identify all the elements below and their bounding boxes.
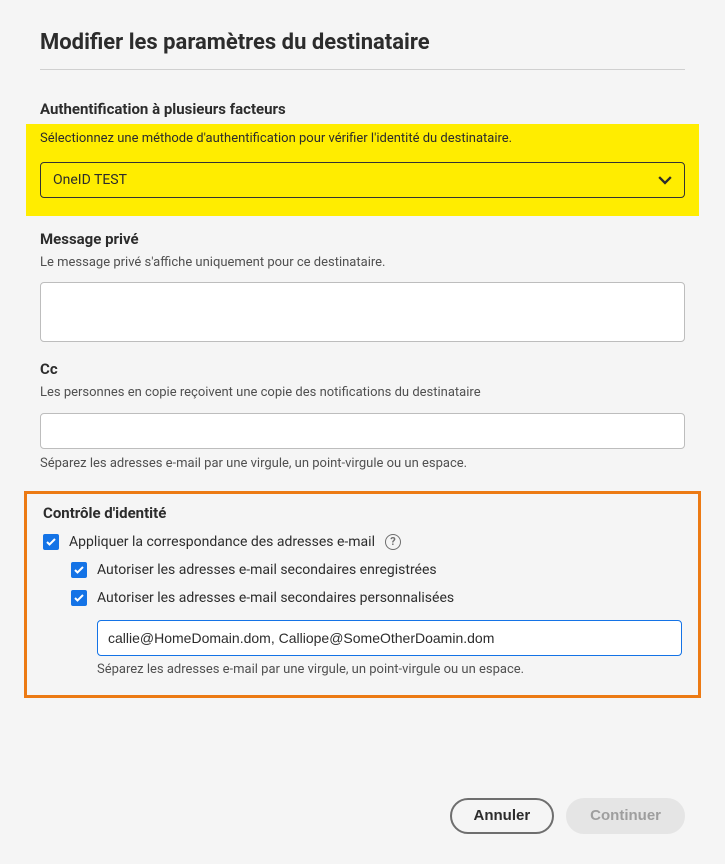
enforce-match-checkbox[interactable] bbox=[43, 534, 59, 550]
allow-registered-checkbox[interactable] bbox=[71, 562, 87, 578]
auth-dropdown-value: OneID TEST bbox=[53, 172, 127, 188]
cc-post-helper: Séparez les adresses e-mail par une virg… bbox=[40, 455, 685, 473]
private-message-input[interactable] bbox=[40, 282, 685, 342]
allow-registered-row: Autoriser les adresses e-mail secondaire… bbox=[71, 562, 682, 578]
cancel-button[interactable]: Annuler bbox=[450, 798, 555, 834]
auth-method-dropdown[interactable]: OneID TEST bbox=[40, 162, 685, 198]
page-title: Modifier les paramètres du destinataire bbox=[40, 30, 685, 55]
auth-label: Authentification à plusieurs facteurs bbox=[40, 100, 685, 118]
private-message-helper: Le message privé s'affiche uniquement po… bbox=[40, 254, 685, 272]
info-icon[interactable]: ? bbox=[385, 534, 401, 550]
checkmark-icon bbox=[46, 538, 56, 546]
identity-highlight-box: Contrôle d'identité Appliquer la corresp… bbox=[24, 491, 701, 698]
chevron-down-icon bbox=[658, 173, 672, 187]
auth-highlight-block: Sélectionnez une méthode d'authentificat… bbox=[26, 124, 699, 216]
custom-emails-helper: Séparez les adresses e-mail par une virg… bbox=[97, 662, 682, 677]
footer-actions: Annuler Continuer bbox=[40, 798, 685, 834]
checkmark-icon bbox=[74, 566, 84, 574]
allow-custom-row: Autoriser les adresses e-mail secondaire… bbox=[71, 590, 682, 606]
enforce-match-label: Appliquer la correspondance des adresses… bbox=[69, 534, 375, 550]
checkmark-icon bbox=[74, 594, 84, 602]
enforce-match-row: Appliquer la correspondance des adresses… bbox=[43, 534, 682, 550]
allow-custom-label: Autoriser les adresses e-mail secondaire… bbox=[97, 590, 454, 606]
continue-button[interactable]: Continuer bbox=[566, 798, 685, 834]
allow-custom-checkbox[interactable] bbox=[71, 590, 87, 606]
title-divider bbox=[40, 69, 685, 70]
auth-helper: Sélectionnez une méthode d'authentificat… bbox=[40, 130, 685, 148]
custom-emails-input[interactable] bbox=[97, 620, 682, 656]
private-message-label: Message privé bbox=[40, 230, 685, 248]
identity-label: Contrôle d'identité bbox=[43, 504, 682, 522]
cc-label: Cc bbox=[40, 360, 685, 378]
cc-helper: Les personnes en copie reçoivent une cop… bbox=[40, 384, 685, 402]
cc-input[interactable] bbox=[40, 413, 685, 449]
allow-registered-label: Autoriser les adresses e-mail secondaire… bbox=[97, 562, 437, 578]
